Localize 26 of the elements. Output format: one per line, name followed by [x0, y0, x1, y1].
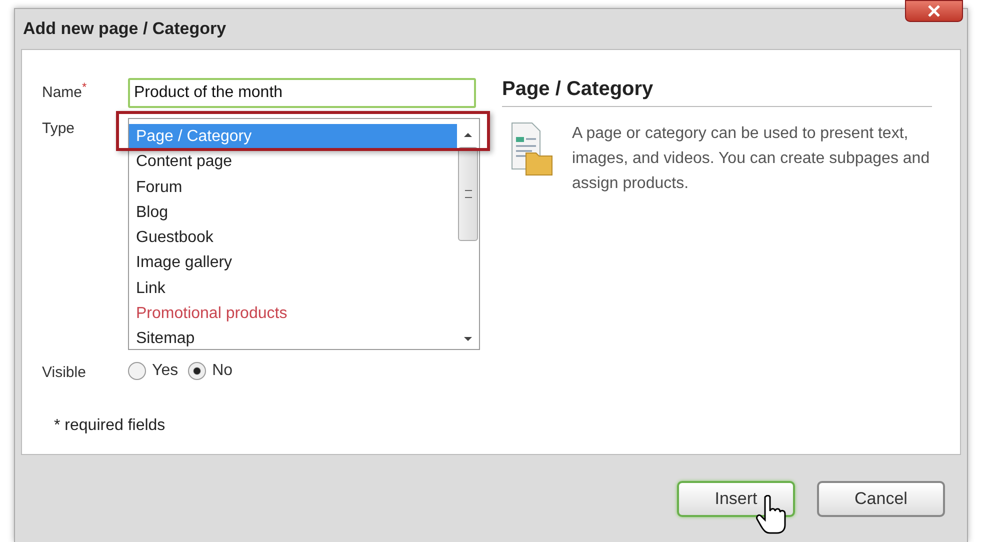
name-field[interactable]: Product of the month — [128, 78, 476, 108]
close-icon — [927, 5, 941, 17]
dialog-button[interactable]: Cancel — [817, 481, 945, 517]
close-button[interactable] — [905, 0, 963, 22]
list-item[interactable]: Image gallery — [129, 250, 457, 276]
field-label: Type — [42, 119, 76, 137]
window-title: Add new page / Category — [23, 19, 226, 39]
type-listbox[interactable]: Page / Category Content page Forum Blog Guestbook Image gallery Link Promotional products Sitemap — [128, 118, 480, 350]
radio-option[interactable]: Yes — [128, 362, 178, 380]
list-item[interactable]: Forum — [129, 174, 457, 200]
field-label: Visible — [42, 363, 87, 381]
radio-option[interactable]: No — [188, 362, 233, 380]
list-item[interactable]: Guestbook — [129, 225, 457, 250]
list-item[interactable]: Sitemap — [129, 326, 457, 352]
page-folder-icon — [510, 121, 554, 177]
dialog-button[interactable]: Insert — [677, 481, 795, 517]
field-label: Name$^{*}$ — [42, 79, 88, 101]
list-item[interactable]: Content page — [129, 149, 457, 175]
list-item[interactable]: Link — [129, 276, 457, 302]
scroll-up-icon[interactable] — [463, 131, 473, 139]
list-item[interactable]: Blog — [129, 200, 457, 226]
info-description: A page or category can be used to present text, images, and videos. You can create subpages and assign products. — [572, 124, 931, 194]
required-note: * required fields — [53, 417, 166, 435]
info-heading: Page / Category — [502, 78, 932, 107]
list-item[interactable]: Promotional products — [129, 301, 457, 326]
scroll-down-icon[interactable] — [463, 335, 473, 343]
